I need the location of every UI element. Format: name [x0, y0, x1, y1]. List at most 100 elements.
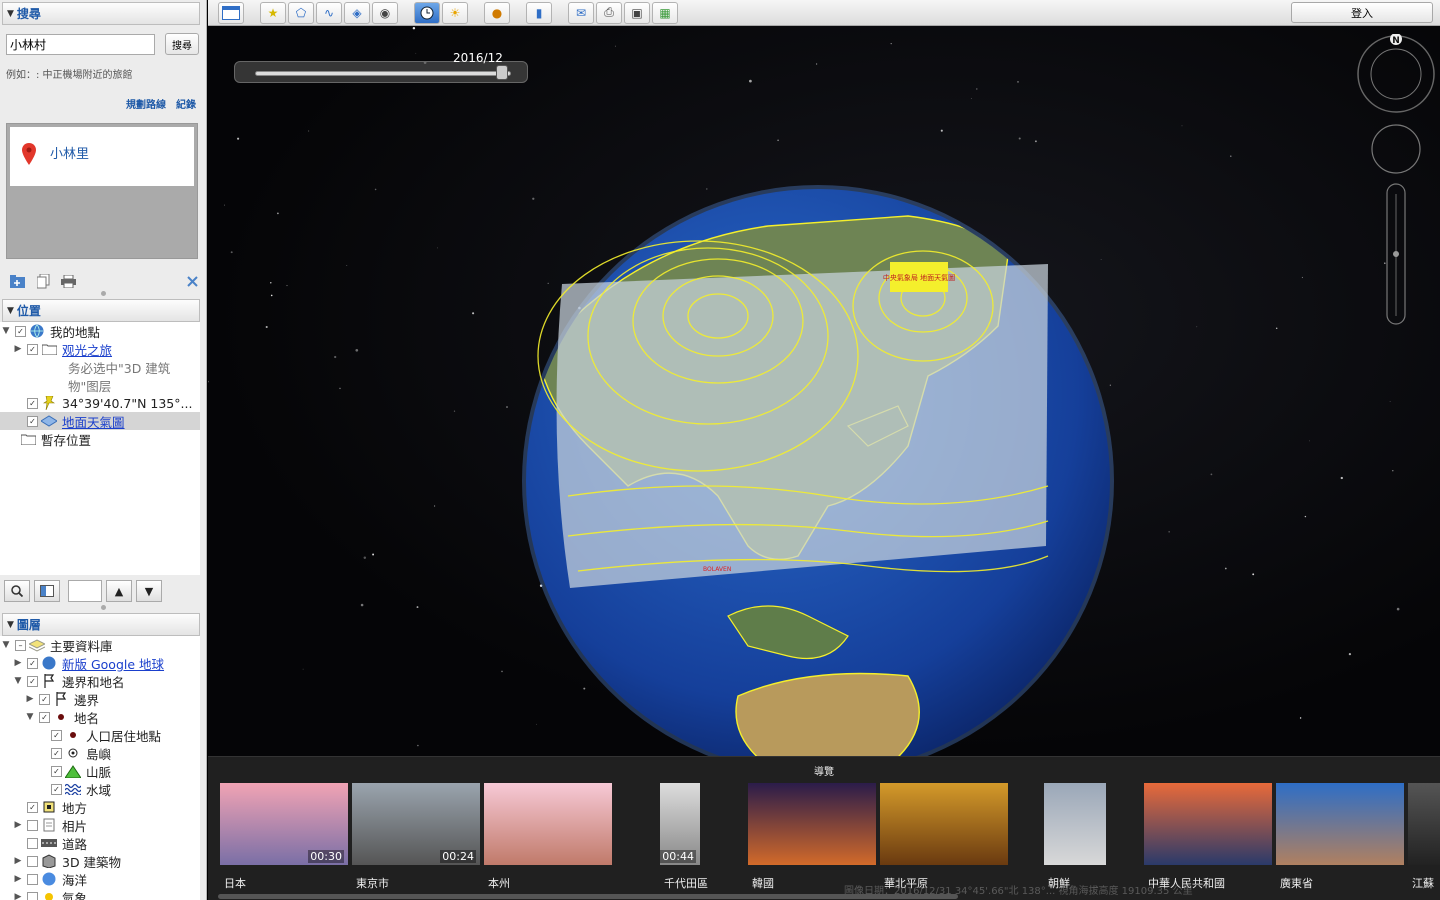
expand-arrow-icon[interactable]: ▼	[24, 712, 36, 722]
close-icon[interactable]	[187, 275, 198, 287]
checkbox[interactable]: ✓	[27, 343, 38, 355]
expand-arrow-icon[interactable]: ▶	[12, 344, 24, 354]
earth-viewport[interactable]: 中央氣象局 地面天氣圖 BOLAVEN 2016/12 N	[208, 26, 1440, 756]
tour-thumbnail[interactable]: 00:24	[352, 783, 480, 865]
tour-thumbnail[interactable]	[1408, 783, 1440, 865]
checkbox[interactable]: ✓	[39, 711, 50, 723]
search-panel-header[interactable]: ▼ 搜尋	[2, 2, 200, 25]
look-joystick-inner[interactable]	[1370, 48, 1422, 100]
search-places-button[interactable]	[4, 580, 30, 602]
places-filter-field[interactable]	[68, 580, 102, 602]
tour-scrollbar[interactable]	[218, 894, 958, 899]
signin-button[interactable]: 登入	[1291, 2, 1433, 23]
checkbox[interactable]: ✓	[27, 415, 38, 427]
search-result-item[interactable]: 小林里	[10, 127, 194, 186]
layers-panel-header[interactable]: ▼ 圖層	[2, 613, 200, 636]
globe[interactable]: 中央氣象局 地面天氣圖 BOLAVEN	[208, 26, 1440, 756]
checkbox[interactable]: ✓	[27, 657, 38, 669]
save-image-button[interactable]: ▣	[624, 1, 650, 24]
expand-arrow-icon[interactable]: ▶	[12, 820, 24, 830]
tour-thumbnail[interactable]	[1144, 783, 1272, 865]
expand-arrow-icon[interactable]: ▶	[12, 892, 24, 900]
expand-arrow-icon[interactable]: ▶	[12, 874, 24, 884]
places-panel-header[interactable]: ▼ 位置	[2, 299, 200, 322]
tour-thumbnail[interactable]	[1276, 783, 1404, 865]
add-path-button[interactable]: ∿	[316, 1, 342, 24]
checkbox[interactable]: ✓	[51, 729, 62, 741]
tour-label[interactable]: 本州	[488, 875, 510, 891]
tour-label[interactable]: 廣東省	[1280, 875, 1313, 891]
checkbox[interactable]: ✓	[27, 397, 38, 409]
checkbox[interactable]	[27, 855, 38, 867]
checkbox[interactable]: ✓	[39, 693, 50, 705]
checkbox[interactable]: –	[15, 639, 26, 651]
splitter-handle[interactable]	[0, 289, 206, 297]
move-joystick[interactable]	[1371, 124, 1421, 174]
checkbox[interactable]: ✓	[15, 325, 26, 337]
history-link[interactable]: 紀錄	[176, 96, 196, 111]
tour-label[interactable]: 日本	[224, 875, 246, 891]
historical-imagery-button[interactable]	[414, 1, 440, 24]
tree-item-weather-map[interactable]: ✓ 地面天氣圖	[0, 412, 200, 430]
splitter-handle[interactable]	[0, 603, 206, 611]
layer-new-google-earth[interactable]: ▶ ✓ 新版 Google 地球	[0, 654, 200, 672]
checkbox[interactable]: ✓	[27, 675, 38, 687]
search-input[interactable]	[6, 33, 155, 55]
layer-mountains[interactable]: ✓ 山脈	[0, 762, 200, 780]
collapse-triangle-icon[interactable]: ▼	[7, 9, 14, 19]
layer-borders-labels[interactable]: ▼ ✓ 邊界和地名	[0, 672, 200, 690]
expand-arrow-icon[interactable]: ▶	[12, 658, 24, 668]
tour-label[interactable]: 千代田區	[664, 875, 708, 891]
time-slider-thumb[interactable]	[495, 65, 508, 80]
time-slider-track[interactable]	[255, 71, 511, 76]
copy-icon[interactable]	[37, 273, 50, 289]
zoom-slider-thumb[interactable]	[1393, 251, 1399, 257]
tree-item-tour[interactable]: ▶ ✓ 观光之旅	[0, 340, 200, 358]
search-button[interactable]: 搜尋	[165, 33, 199, 55]
checkbox[interactable]: ✓	[27, 801, 38, 813]
layer-3d-buildings[interactable]: ▶ 3D 建築物	[0, 852, 200, 870]
add-folder-icon[interactable]	[10, 274, 26, 288]
email-button[interactable]: ✉	[568, 1, 594, 24]
print-icon[interactable]	[61, 274, 76, 288]
add-image-overlay-button[interactable]: ◈	[344, 1, 370, 24]
look-joystick[interactable]	[1357, 35, 1435, 113]
checkbox[interactable]	[27, 837, 38, 849]
collapse-triangle-icon[interactable]: ▼	[7, 620, 14, 630]
print-button[interactable]: ⎙	[596, 1, 622, 24]
layer-weather[interactable]: ▶ 氣象	[0, 888, 200, 900]
tour-label[interactable]: 韓國	[752, 875, 774, 891]
checkbox[interactable]	[27, 873, 38, 885]
tour-thumbnail[interactable]: 00:44	[660, 783, 700, 865]
tree-item-placemark[interactable]: ✓ 34°39'40.7"N 135°...	[0, 394, 200, 412]
tour-thumbnail[interactable]	[484, 783, 612, 865]
layer-islands[interactable]: ✓ 島嶼	[0, 744, 200, 762]
checkbox[interactable]: ✓	[51, 783, 62, 795]
checkbox[interactable]: ✓	[51, 747, 62, 759]
move-up-button[interactable]: ▲	[106, 580, 132, 602]
expand-arrow-icon[interactable]: ▶	[24, 694, 36, 704]
tour-thumbnail[interactable]	[748, 783, 876, 865]
layer-roads[interactable]: 道路	[0, 834, 200, 852]
directions-link[interactable]: 規劃路線	[126, 96, 166, 111]
collapse-triangle-icon[interactable]: ▼	[7, 306, 14, 316]
layer-place-names[interactable]: ▼ ✓ 地名	[0, 708, 200, 726]
layer-primary-database[interactable]: ▼ – 主要資料庫	[0, 636, 200, 654]
expand-arrow-icon[interactable]: ▶	[12, 856, 24, 866]
tree-item-temporary-places[interactable]: 暫存位置	[0, 430, 200, 448]
switch-planet-button[interactable]: ●	[484, 1, 510, 24]
tour-thumbnail[interactable]	[1044, 783, 1106, 865]
layer-photos[interactable]: ▶ 相片	[0, 816, 200, 834]
record-tour-button[interactable]: ◉	[372, 1, 398, 24]
toggle-sidebar-button[interactable]	[218, 1, 244, 24]
tree-item-my-places[interactable]: ▼ ✓ 我的地點	[0, 322, 200, 340]
toggle-panel-button[interactable]	[34, 580, 60, 602]
layer-water-bodies[interactable]: ✓ 水域	[0, 780, 200, 798]
tour-thumbnail[interactable]: 00:30	[220, 783, 348, 865]
move-down-button[interactable]: ▼	[136, 580, 162, 602]
checkbox[interactable]: ✓	[51, 765, 62, 777]
expand-arrow-icon[interactable]: ▼	[12, 676, 24, 686]
tour-thumbnail[interactable]	[880, 783, 1008, 865]
expand-arrow-icon[interactable]: ▼	[0, 640, 12, 650]
layer-populated-places[interactable]: ✓ 人口居住地點	[0, 726, 200, 744]
